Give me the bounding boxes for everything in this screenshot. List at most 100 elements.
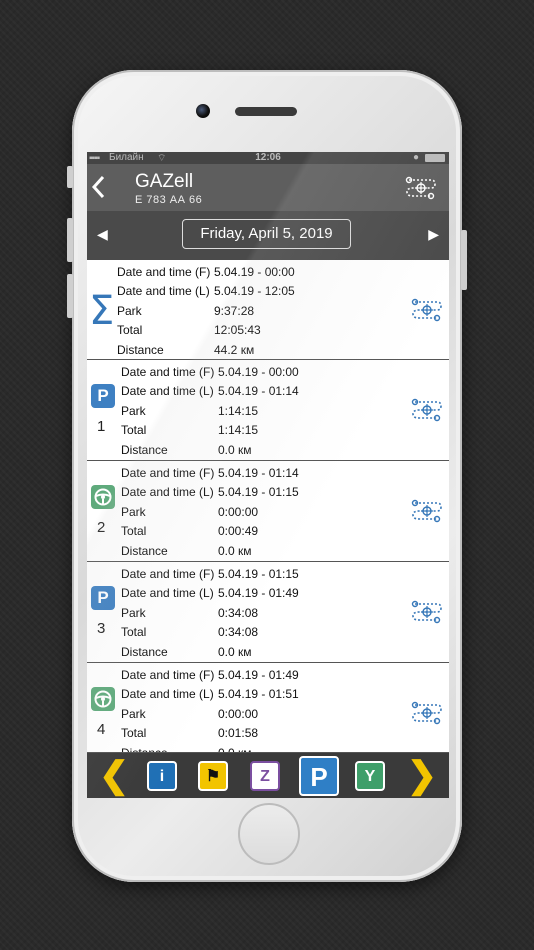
trip-index: 2 xyxy=(97,519,106,536)
date-picker-button[interactable]: Friday, April 5, 2019 xyxy=(182,219,351,249)
trip-distance: 0.0 км xyxy=(218,543,252,558)
toolbar-prev-button[interactable]: ❮ xyxy=(99,757,129,793)
alarm-icon: ● xyxy=(412,152,419,163)
parking-icon: P xyxy=(91,384,115,408)
label-total: Total xyxy=(121,524,147,539)
bottom-toolbar: ❮ i ⚑ Z P Y ❯ xyxy=(87,752,449,798)
label-distance: Distance xyxy=(121,644,168,659)
route-map-button[interactable] xyxy=(405,174,437,207)
mute-switch xyxy=(67,166,73,188)
volume-down-button xyxy=(67,274,73,318)
driving-icon xyxy=(91,687,115,711)
label-last: Date and time (L) xyxy=(117,284,210,299)
label-total: Total xyxy=(121,625,147,640)
steering-wheel-icon xyxy=(94,488,112,506)
route-icon xyxy=(411,298,442,322)
label-total: Total xyxy=(121,423,147,438)
trip-values: Date and time (F) 5.04.19 - 00:00 Date and… xyxy=(121,363,299,460)
summary-first: 5.04.19 - 00:00 xyxy=(214,265,295,279)
trip-values: Date and time (F) 5.04.19 - 01:15 Date and… xyxy=(121,565,299,662)
trip-row[interactable]: 4 Date and time (F) 5.04.19 - 01:49 Date a… xyxy=(87,663,449,764)
route-icon xyxy=(405,176,436,200)
label-first: Date and time (F) xyxy=(121,567,215,581)
trip-route-button[interactable] xyxy=(411,699,443,732)
tab-flag-icon[interactable]: ⚑ xyxy=(198,761,228,791)
trip-total: 0:34:08 xyxy=(218,625,259,640)
trip-index: 3 xyxy=(97,620,106,637)
front-camera xyxy=(196,104,210,118)
phone-frame: ▪▪▪▪ Билайн ⌔ 12:06 ● GAZell Е 783 АА 66 xyxy=(67,70,467,882)
label-park: Park xyxy=(121,605,146,620)
trip-distance: 0.0 км xyxy=(218,644,252,659)
trip-route-button[interactable] xyxy=(411,598,443,631)
summary-park: 9:37:28 xyxy=(214,303,255,318)
trip-rows: P 1 Date and time (F) 5.04.19 - 00:00 Date… xyxy=(87,360,449,764)
vehicle-name: GAZell xyxy=(135,171,194,192)
trip-route-button[interactable] xyxy=(411,396,443,429)
route-icon xyxy=(411,499,442,523)
tab-info-icon[interactable]: i xyxy=(147,761,177,791)
trip-last: 5.04.19 - 01:14 xyxy=(218,384,299,399)
previous-day-button[interactable]: ◀ xyxy=(97,226,108,243)
tab-z-icon[interactable]: Z xyxy=(250,761,280,791)
trip-park: 0:00:00 xyxy=(218,706,259,721)
status-bar: ▪▪▪▪ Билайн ⌔ 12:06 ● xyxy=(87,152,449,164)
label-distance: Distance xyxy=(117,342,164,357)
label-last: Date and time (L) xyxy=(121,687,214,702)
back-button[interactable] xyxy=(91,174,107,203)
summary-distance: 44.2 км xyxy=(214,342,255,357)
driving-icon xyxy=(91,485,115,509)
trip-first: 5.04.19 - 01:14 xyxy=(218,466,299,480)
route-icon xyxy=(411,398,442,422)
label-park: Park xyxy=(121,504,146,519)
trip-values: Date and time (F) 5.04.19 - 01:14 Date and… xyxy=(121,464,299,561)
trip-park: 0:34:08 xyxy=(218,605,259,620)
trip-total: 1:14:15 xyxy=(218,423,259,438)
tab-parking-icon[interactable]: P xyxy=(299,756,339,796)
vehicle-plate: Е 783 АА 66 xyxy=(135,194,203,206)
home-button[interactable] xyxy=(238,803,300,865)
label-first: Date and time (F) xyxy=(121,466,215,480)
trip-first: 5.04.19 - 00:00 xyxy=(218,365,299,379)
summary-route-button[interactable] xyxy=(411,296,443,329)
trip-values: Date and time (F) 5.04.19 - 01:49 Date and… xyxy=(121,666,299,763)
label-park: Park xyxy=(117,303,142,318)
label-total: Total xyxy=(121,726,147,741)
label-park: Park xyxy=(121,403,146,418)
trip-index: 1 xyxy=(97,418,106,435)
trip-row[interactable]: 2 Date and time (F) 5.04.19 - 01:14 Date a… xyxy=(87,461,449,562)
app-header: GAZell Е 783 АА 66 xyxy=(87,164,449,211)
label-distance: Distance xyxy=(121,442,168,457)
label-last: Date and time (L) xyxy=(121,485,214,500)
trip-index: 4 xyxy=(97,721,106,738)
trip-route-button[interactable] xyxy=(411,497,443,530)
label-first: Date and time (F) xyxy=(121,365,215,379)
trip-first: 5.04.19 - 01:15 xyxy=(218,567,299,581)
sigma-icon: Σ xyxy=(89,288,115,334)
trip-first: 5.04.19 - 01:49 xyxy=(218,668,299,682)
label-first: Date and time (F) xyxy=(117,265,211,279)
trip-row[interactable]: P 3 Date and time (F) 5.04.19 - 01:15 Date… xyxy=(87,562,449,663)
trip-row[interactable]: P 1 Date and time (F) 5.04.19 - 00:00 Date… xyxy=(87,360,449,461)
earpiece-speaker xyxy=(235,107,297,116)
route-icon xyxy=(411,600,442,624)
label-last: Date and time (L) xyxy=(121,384,214,399)
tab-signal-icon[interactable]: Y xyxy=(355,761,385,791)
label-first: Date and time (F) xyxy=(121,668,215,682)
parking-icon: P xyxy=(91,586,115,610)
trip-last: 5.04.19 - 01:15 xyxy=(218,485,299,500)
trip-list: Σ Date and time (F) 5.04.19 - 00:00 Date … xyxy=(87,260,449,764)
trip-total: 0:01:58 xyxy=(218,726,259,741)
next-day-button[interactable]: ▶ xyxy=(428,226,439,243)
label-park: Park xyxy=(121,706,146,721)
summary-total: 12:05:43 xyxy=(214,323,261,338)
toolbar-next-button[interactable]: ❯ xyxy=(407,757,437,793)
trip-park: 1:14:15 xyxy=(218,403,259,418)
trip-distance: 0.0 км xyxy=(218,442,252,457)
trip-total: 0:00:49 xyxy=(218,524,259,539)
trip-last: 5.04.19 - 01:49 xyxy=(218,586,299,601)
trip-park: 0:00:00 xyxy=(218,504,259,519)
summary-last: 5.04.19 - 12:05 xyxy=(214,284,295,299)
summary-row[interactable]: Σ Date and time (F) 5.04.19 - 00:00 Date … xyxy=(87,260,449,360)
chevron-left-icon xyxy=(91,175,105,199)
